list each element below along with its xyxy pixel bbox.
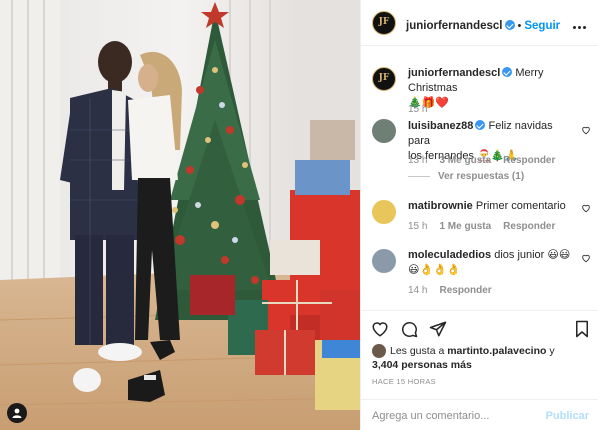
caption-username[interactable]: juniorfernandescl <box>408 67 500 79</box>
comment-text-line2: 😃👌👌👌 <box>408 264 461 276</box>
add-comment-bar: Agrega un comentario... Publicar <box>361 399 598 430</box>
post-photo[interactable] <box>0 0 360 430</box>
comment-input[interactable]: Agrega un comentario... <box>372 410 489 422</box>
caption-text: juniorfernandescl Merry Christmas 🎄🎁❤️ <box>408 66 592 111</box>
heart-icon[interactable] <box>371 320 389 338</box>
comments-list[interactable]: JF juniorfernandescl Merry Christmas 🎄🎁❤… <box>361 47 598 309</box>
likes-prefix: Les gusta a <box>390 345 445 357</box>
comment-meta: 14 h Responder <box>408 285 492 296</box>
comment-likes[interactable]: 1 Me gusta <box>439 221 491 232</box>
reply-button[interactable]: Responder <box>439 285 491 296</box>
comment-username[interactable]: moleculadedios <box>408 249 491 261</box>
author-line: juniorfernandescl • Seguir <box>406 16 560 32</box>
heart-icon[interactable] <box>581 253 591 263</box>
post-side-panel: JF juniorfernandescl • Seguir JF juniorfer… <box>360 0 598 430</box>
tag-user-icon <box>12 408 22 418</box>
reply-button[interactable]: Responder <box>503 155 555 166</box>
verified-icon <box>475 120 486 130</box>
comment-text: dios junior 😃😃 <box>494 249 571 261</box>
post-comment-button[interactable]: Publicar <box>546 410 589 422</box>
comment-time: 14 h <box>408 285 428 296</box>
comment-meta: 15 h 1 Me gusta Responder <box>408 221 555 232</box>
view-replies-label: Ver respuestas (1) <box>438 171 525 182</box>
comment-icon[interactable] <box>400 320 418 338</box>
comment-time: 15 h <box>408 221 428 232</box>
comment-item: moleculadedios dios junior 😃😃 😃👌👌👌 <box>408 248 573 278</box>
comment-username[interactable]: matibrownie <box>408 200 473 212</box>
caption-time: 15 h <box>408 104 428 115</box>
author-avatar[interactable]: JF <box>372 11 396 35</box>
follow-button[interactable]: Seguir <box>524 20 560 32</box>
separator-dot: • <box>517 20 522 32</box>
post-header: JF juniorfernandescl • Seguir <box>361 0 598 46</box>
post-timestamp[interactable]: HACE 15 HORAS <box>372 377 436 386</box>
liker-avatar <box>372 344 386 359</box>
christmas-couple-photo <box>0 0 360 430</box>
verified-icon <box>504 20 515 30</box>
caption-avatar[interactable]: JF <box>372 67 396 91</box>
verified-icon <box>502 67 513 77</box>
comment-item: matibrownie Primer comentario <box>408 199 578 214</box>
likes-and: y <box>549 345 555 357</box>
comment-avatar[interactable] <box>372 249 396 273</box>
share-icon[interactable] <box>429 320 447 338</box>
bookmark-icon[interactable] <box>574 320 590 338</box>
reply-button[interactable]: Responder <box>503 221 555 232</box>
post-actions: Les gusta a martinto.palavecino y 3,404 … <box>361 310 598 430</box>
comment-username[interactable]: luisibanez88 <box>408 120 473 132</box>
comment-avatar[interactable] <box>372 119 396 143</box>
likes-count[interactable]: 3,404 personas más <box>372 359 472 371</box>
comment-meta: 13 h 3 Me gusta Responder <box>408 155 555 166</box>
heart-icon[interactable] <box>581 203 591 213</box>
tag-user-button[interactable] <box>7 403 27 423</box>
comment-time: 13 h <box>408 155 428 166</box>
author-username[interactable]: juniorfernandescl <box>406 20 503 32</box>
heart-icon[interactable] <box>581 125 591 135</box>
comment-text: Primer comentario <box>475 200 566 212</box>
comment-avatar[interactable] <box>372 200 396 224</box>
view-replies-button[interactable]: Ver respuestas (1) <box>408 171 524 182</box>
more-icon[interactable] <box>573 16 589 30</box>
comment-likes[interactable]: 3 Me gusta <box>439 155 491 166</box>
liked-by-username[interactable]: martinto.palavecino <box>447 345 546 357</box>
likes-summary[interactable]: Les gusta a martinto.palavecino y 3,404 … <box>372 344 555 372</box>
